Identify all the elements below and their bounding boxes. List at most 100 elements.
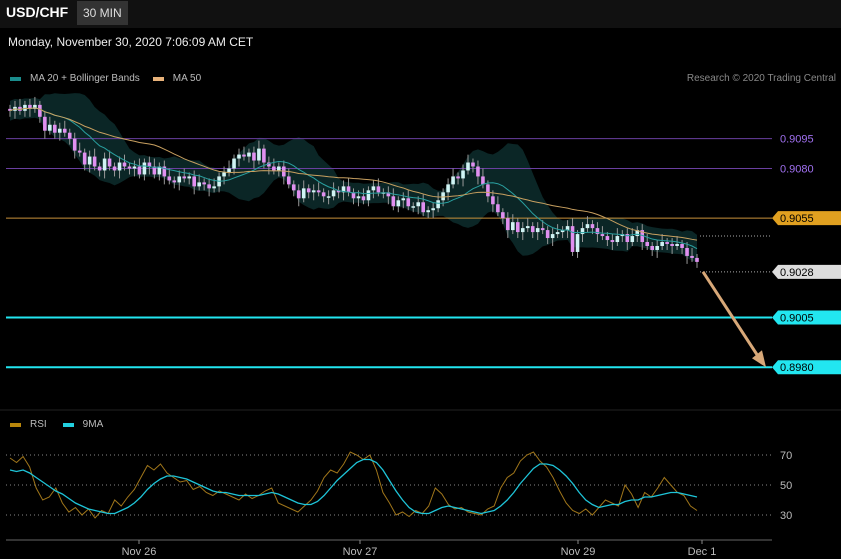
candle-body-49 bbox=[252, 152, 256, 161]
candle-body-42 bbox=[217, 176, 221, 187]
candle-body-73 bbox=[371, 186, 376, 191]
candle-body-121 bbox=[610, 240, 615, 243]
candle-body-68 bbox=[346, 186, 351, 193]
candle-body-4 bbox=[28, 104, 32, 109]
rsi-swatch bbox=[10, 422, 21, 427]
candle-body-39 bbox=[202, 182, 206, 185]
candle-body-26 bbox=[137, 166, 142, 175]
candle-body-36 bbox=[187, 176, 192, 179]
candle-body-133 bbox=[670, 244, 674, 246]
credit-label: Research © 2020 Trading Central bbox=[686, 73, 836, 84]
legend-rsi: RSI 9MA bbox=[10, 419, 103, 430]
ma20-line bbox=[9, 107, 698, 250]
candle-body-89 bbox=[451, 176, 455, 185]
candle-body-38 bbox=[197, 182, 201, 187]
legend-ma50-label: MA 50 bbox=[172, 73, 202, 84]
rsi-tick-0: 70 bbox=[780, 450, 792, 462]
level-label-4: 0.9005 bbox=[780, 313, 814, 325]
rsi-series-0 bbox=[9, 451, 698, 519]
candle-body-83 bbox=[421, 202, 425, 213]
candle-body-9 bbox=[53, 124, 57, 133]
candle-body-1 bbox=[13, 106, 17, 111]
candle-body-135 bbox=[680, 244, 684, 248]
candle-body-88 bbox=[446, 184, 450, 193]
candle-body-103 bbox=[520, 228, 525, 233]
x-tick-label-1: Nov 27 bbox=[343, 546, 378, 558]
level-label-3: 0.9028 bbox=[780, 267, 814, 279]
candle-body-5 bbox=[33, 104, 37, 109]
candle-body-108 bbox=[545, 230, 550, 239]
candle-body-137 bbox=[690, 255, 694, 258]
candle-body-53 bbox=[272, 166, 276, 171]
candle-body-117 bbox=[590, 224, 595, 229]
legend-rsi-label: RSI bbox=[30, 419, 47, 430]
candle-body-94 bbox=[476, 166, 480, 177]
candle-body-78 bbox=[396, 200, 401, 207]
candle-body-126 bbox=[635, 230, 640, 237]
candle-body-130 bbox=[655, 246, 659, 250]
rsi-tick-1: 50 bbox=[780, 480, 792, 492]
candle-body-136 bbox=[685, 247, 689, 256]
candle-body-99 bbox=[501, 212, 505, 219]
candle-body-69 bbox=[351, 192, 356, 199]
x-tick-label-2: Nov 29 bbox=[561, 546, 596, 558]
candle-body-105 bbox=[530, 226, 535, 233]
candle-body-44 bbox=[227, 168, 231, 173]
forecast-arrow-line bbox=[701, 271, 762, 361]
candle-body-98 bbox=[496, 204, 500, 213]
candle-body-80 bbox=[406, 198, 411, 207]
candle-body-25 bbox=[132, 166, 137, 169]
candle-body-86 bbox=[436, 200, 440, 209]
candle-body-7 bbox=[43, 116, 47, 131]
candle-body-128 bbox=[645, 242, 650, 246]
timeframe-button[interactable]: 30 MIN bbox=[77, 1, 128, 25]
candle-body-112 bbox=[565, 226, 570, 231]
candle-body-124 bbox=[625, 234, 630, 243]
candle-body-6 bbox=[38, 104, 42, 117]
forecast-arrow-head bbox=[752, 350, 766, 368]
level-tag-5 bbox=[772, 360, 841, 375]
candle-body-47 bbox=[242, 154, 246, 157]
candle-body-59 bbox=[301, 188, 306, 199]
candle-body-101 bbox=[511, 222, 515, 231]
candle-body-110 bbox=[555, 232, 560, 235]
candle-body-17 bbox=[92, 156, 97, 167]
rsi-series-1 bbox=[9, 458, 698, 515]
candle-body-58 bbox=[296, 190, 301, 199]
candle-body-76 bbox=[386, 192, 391, 197]
candle-body-66 bbox=[336, 190, 341, 193]
candle-body-77 bbox=[391, 196, 396, 207]
candle-body-107 bbox=[540, 228, 545, 231]
rsi-ma-swatch bbox=[62, 422, 74, 427]
candle-body-85 bbox=[431, 208, 435, 211]
candle-body-129 bbox=[650, 246, 654, 250]
candle-body-70 bbox=[356, 196, 361, 199]
ma20-swatch bbox=[10, 76, 21, 81]
candle-body-120 bbox=[605, 236, 610, 241]
candle-body-55 bbox=[282, 166, 286, 177]
candle-body-18 bbox=[97, 166, 102, 171]
candle-body-115 bbox=[580, 228, 585, 235]
candle-body-131 bbox=[660, 242, 664, 246]
level-label-2: 0.9055 bbox=[780, 213, 814, 225]
level-tag-3 bbox=[772, 264, 841, 279]
candle-body-90 bbox=[456, 176, 460, 179]
legend-ma20-label: MA 20 + Bollinger Bands bbox=[30, 73, 140, 84]
candle-body-104 bbox=[525, 226, 530, 229]
candle-body-32 bbox=[167, 176, 172, 181]
chart-timestamp: Monday, November 30, 2020 7:06:09 AM CET bbox=[8, 35, 254, 49]
candle-body-8 bbox=[48, 124, 52, 131]
candle-body-71 bbox=[361, 196, 366, 201]
candle-body-29 bbox=[152, 166, 157, 175]
candle-body-138 bbox=[695, 257, 699, 262]
candle-body-0 bbox=[8, 108, 12, 111]
candle-body-67 bbox=[341, 186, 346, 193]
candle-body-102 bbox=[515, 222, 520, 233]
candle-body-106 bbox=[535, 228, 540, 233]
candle-body-23 bbox=[122, 162, 127, 167]
candle-body-10 bbox=[57, 128, 62, 133]
candle-body-52 bbox=[267, 162, 271, 167]
candle-body-41 bbox=[212, 186, 216, 189]
candle-body-125 bbox=[630, 236, 635, 243]
candle-body-28 bbox=[147, 162, 152, 167]
